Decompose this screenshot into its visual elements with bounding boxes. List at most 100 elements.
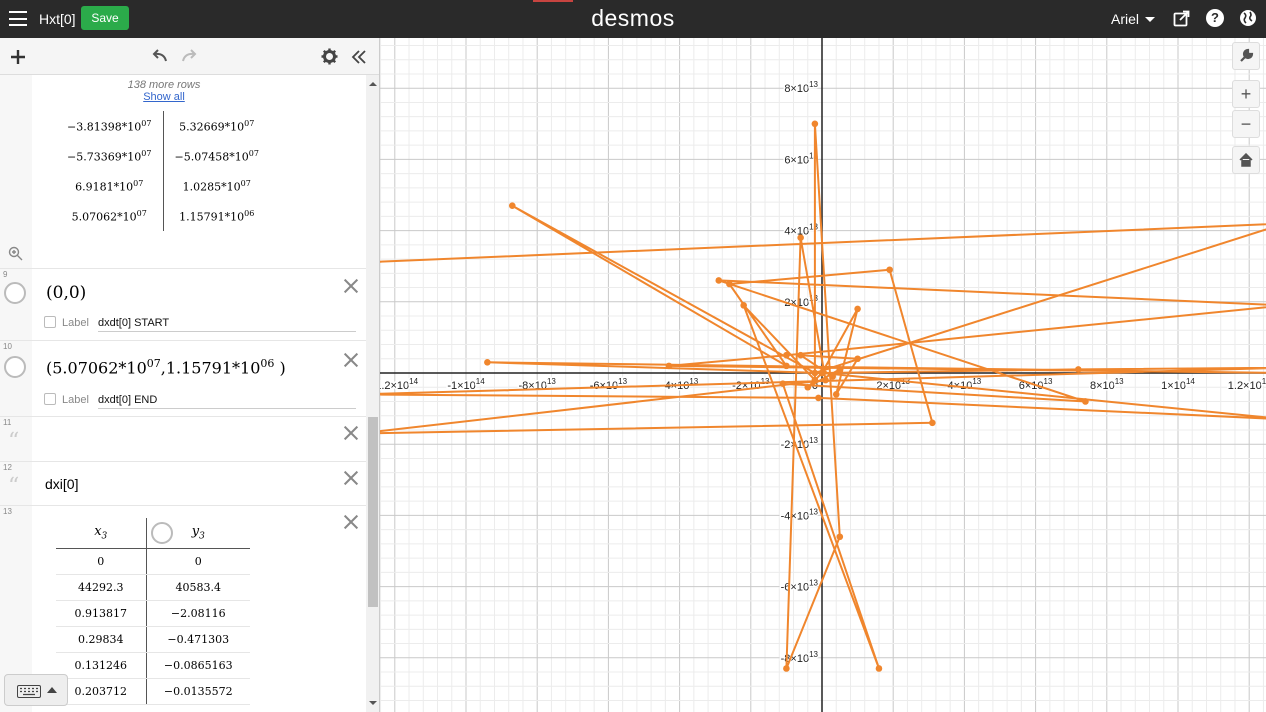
checkbox-icon[interactable] xyxy=(44,393,56,405)
color-toggle-icon[interactable] xyxy=(4,282,26,304)
expression-number: 11 xyxy=(3,418,12,427)
share-icon[interactable] xyxy=(1173,9,1191,27)
column-header-x[interactable]: x3 xyxy=(56,518,146,549)
data-point xyxy=(797,351,804,359)
cell-mantissa: 5.32669*10 xyxy=(179,120,245,134)
cell-exponent: 07 xyxy=(240,178,251,188)
table-cell-x[interactable]: 0 xyxy=(56,548,146,575)
graph-settings-button[interactable] xyxy=(1232,42,1260,70)
table-row: 5.07062*1007 1.15791*1006 xyxy=(56,201,270,231)
help-icon[interactable]: ? xyxy=(1206,9,1224,27)
table-cell-y[interactable]: −0.0135572 xyxy=(145,678,250,705)
tick-exponent: 13 xyxy=(809,436,818,445)
expression-9[interactable]: 9 (0,0) Label dxdt[0] START xyxy=(0,269,366,341)
table-row: −5.73369*1007 −5.07458*1007 xyxy=(56,141,270,171)
show-all-link[interactable]: Show all xyxy=(32,91,296,103)
graph-area[interactable]: -1.2×1014-1×1014-8×1013-6×1013-4×1013-2×… xyxy=(380,38,1266,712)
table-cell-x[interactable]: 0.203712 xyxy=(56,678,146,705)
label-text-field[interactable]: dxdt[0] END xyxy=(98,394,356,409)
math-part-a: (5.07062*10 xyxy=(46,358,147,378)
delete-icon[interactable] xyxy=(344,279,358,293)
expression-11[interactable]: 11 “ xyxy=(0,417,366,462)
table-cell-y[interactable]: −2.08116 xyxy=(145,600,250,627)
panel-scrollbar[interactable] xyxy=(366,75,379,712)
keypad-toggle-button[interactable] xyxy=(4,674,68,706)
delete-icon[interactable] xyxy=(344,515,358,529)
save-button[interactable]: Save xyxy=(81,6,129,30)
expression-toolbar xyxy=(0,38,379,75)
menu-icon[interactable] xyxy=(9,11,27,26)
data-point xyxy=(836,366,844,373)
scroll-up-icon[interactable] xyxy=(369,82,377,86)
table-cell-x[interactable]: −3.81398*1007 xyxy=(56,111,163,141)
zoom-in-button[interactable]: + xyxy=(1232,80,1260,108)
x-tick-label: -1.2×1014 xyxy=(380,377,419,392)
math-part-b: ,1.15791*10 xyxy=(160,358,261,378)
color-toggle-icon[interactable] xyxy=(150,522,173,544)
note-text[interactable]: dxi[0] xyxy=(45,476,78,492)
undo-icon[interactable] xyxy=(150,49,168,63)
table-cell-y[interactable]: −5.07458*1007 xyxy=(162,141,270,171)
desmos-logo: desmos xyxy=(591,5,675,31)
table-cell-y[interactable]: 40583.4 xyxy=(145,574,250,601)
tick-mantissa: 8×10 xyxy=(784,83,809,95)
expression-12[interactable]: 12 “ dxi[0] xyxy=(0,462,366,506)
collapse-panel-icon[interactable] xyxy=(351,49,367,65)
add-expression-icon[interactable] xyxy=(10,49,26,65)
scroll-down-icon[interactable] xyxy=(369,701,377,705)
cell-exponent: 07 xyxy=(133,178,144,188)
delete-icon[interactable] xyxy=(344,471,358,485)
y-tick-label: -4×1013 xyxy=(781,507,819,522)
table-cell-x[interactable]: 6.9181*1007 xyxy=(56,171,163,201)
table-cell-y[interactable]: 1.15791*1006 xyxy=(162,201,270,231)
tick-exponent: 13 xyxy=(1115,377,1124,386)
home-button[interactable] xyxy=(1232,146,1260,174)
data-point xyxy=(811,376,819,384)
expression-table-8[interactable]: 138 more rows Show all −3.81398*1007 5.32… xyxy=(0,75,366,269)
table-cell-x[interactable]: 0.29834 xyxy=(56,626,146,653)
data-point xyxy=(836,533,844,541)
header-y: y xyxy=(191,523,200,539)
tick-exponent: 14 xyxy=(409,377,418,386)
delete-icon[interactable] xyxy=(344,426,358,440)
expression-number: 10 xyxy=(3,342,12,351)
expression-math[interactable]: (0,0) xyxy=(46,283,86,303)
color-toggle-icon[interactable] xyxy=(4,356,26,378)
table-cell-x[interactable]: 0.131246 xyxy=(56,652,146,679)
tick-mantissa: 6×10 xyxy=(784,154,809,166)
expression-math[interactable]: (5.07062*1007,1.15791*1006 ) xyxy=(46,357,286,377)
label-checkbox[interactable]: Label xyxy=(44,393,89,406)
column-header-y[interactable]: y3 xyxy=(145,518,250,549)
table-cell-x[interactable]: 5.07062*1007 xyxy=(56,201,163,231)
expression-number: 9 xyxy=(3,270,8,279)
table-row: 0.913817 −2.08116 xyxy=(56,600,250,627)
gear-icon[interactable] xyxy=(321,48,338,65)
redo-icon[interactable] xyxy=(181,49,199,63)
cell-exponent: 07 xyxy=(141,148,152,158)
scrollbar-thumb[interactable] xyxy=(368,417,378,607)
label-checkbox[interactable]: Label xyxy=(44,316,89,329)
table-cell-x[interactable]: 44292.3 xyxy=(56,574,146,601)
table-cell-y[interactable]: 0 xyxy=(145,548,250,575)
table-cell-x[interactable]: −5.73369*1007 xyxy=(56,141,163,171)
user-menu[interactable]: Ariel xyxy=(1111,11,1156,27)
data-point xyxy=(779,380,787,387)
graph-title[interactable]: Hxt[0] xyxy=(39,11,76,27)
table-cell-x[interactable]: 0.913817 xyxy=(56,600,146,627)
tick-mantissa: 1×10 xyxy=(1161,380,1186,392)
table-cell-y[interactable]: 1.0285*1007 xyxy=(162,171,270,201)
delete-icon[interactable] xyxy=(344,353,358,367)
zoom-fit-icon[interactable] xyxy=(8,246,23,261)
globe-icon[interactable] xyxy=(1239,9,1257,27)
cell-mantissa: −5.07458*10 xyxy=(174,150,249,164)
tick-mantissa: 8×10 xyxy=(1090,380,1115,392)
label-text-field[interactable]: dxdt[0] START xyxy=(98,317,356,332)
table-cell-y[interactable]: −0.471303 xyxy=(145,626,250,653)
graph-canvas[interactable]: -1.2×1014-1×1014-8×1013-6×1013-4×1013-2×… xyxy=(380,38,1266,712)
data-point xyxy=(797,234,804,242)
table-cell-y[interactable]: −0.0865163 xyxy=(145,652,250,679)
checkbox-icon[interactable] xyxy=(44,316,56,328)
expression-10[interactable]: 10 (5.07062*1007,1.15791*1006 ) Label dx… xyxy=(0,341,366,417)
table-cell-y[interactable]: 5.32669*1007 xyxy=(162,111,270,141)
zoom-out-button[interactable]: − xyxy=(1232,110,1260,138)
